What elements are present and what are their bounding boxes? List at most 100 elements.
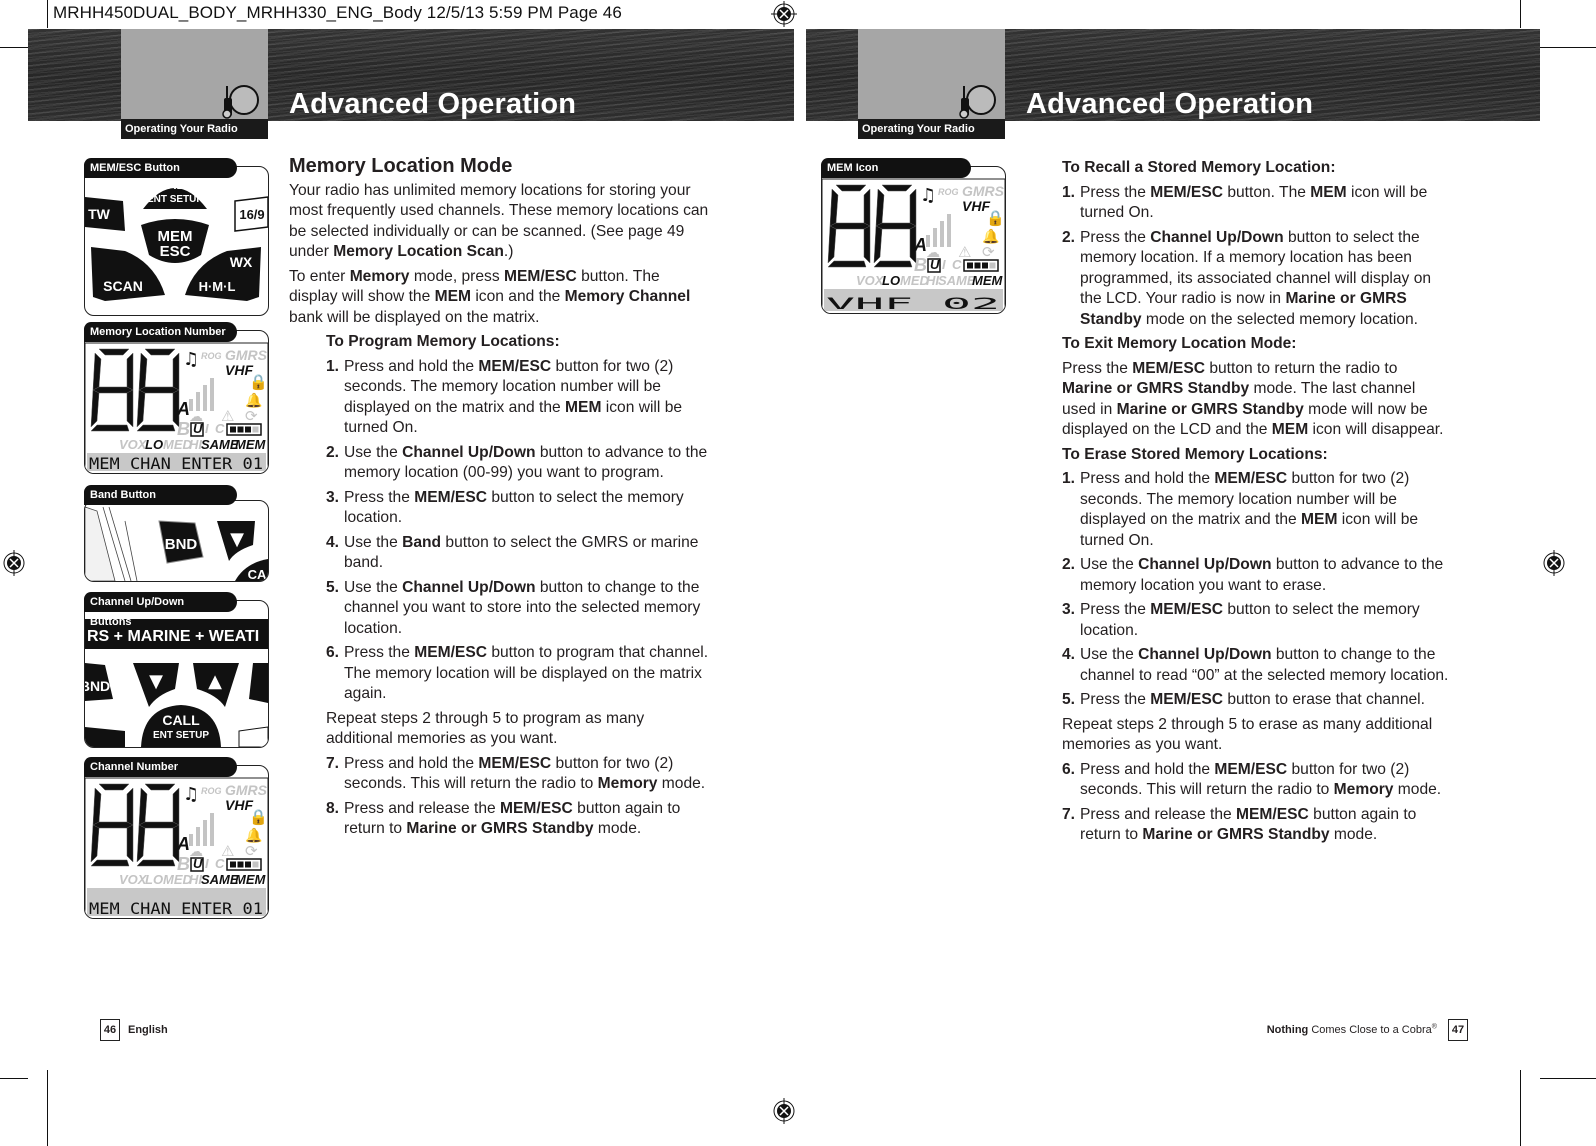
lcd-indicator-mem: MEM xyxy=(972,273,1004,288)
text-run: mode. xyxy=(593,820,642,837)
left-text-column: Memory Location Mode Your radio has unli… xyxy=(289,156,709,844)
right-text-column: To Recall a Stored Memory Location: 1. Pr… xyxy=(1062,156,1450,850)
page-number-right: 47 xyxy=(1448,1019,1468,1041)
erase-steps-list-2: 6. Press and hold the MEM/ESC button for … xyxy=(1062,760,1450,846)
lcd-segment xyxy=(875,222,917,230)
bold-term: MEM xyxy=(434,288,471,305)
text-run: Press the xyxy=(1080,601,1151,618)
text-run: Press the xyxy=(344,488,415,506)
step-number: 3. xyxy=(1062,601,1076,618)
exit-paragraph: Press the MEM/ESC button to return the r… xyxy=(1062,359,1450,441)
signal-bar xyxy=(210,378,214,411)
step-number: 6. xyxy=(1062,760,1076,778)
figure-mem-esc-button: CALL ENT SETUP TW 16/9 MEM ESC SCAN WX H… xyxy=(84,166,269,316)
rotate-icon: ⟳ xyxy=(245,842,258,860)
lock-icon: 🔒 xyxy=(986,209,1005,227)
tw-key-label: TW xyxy=(88,206,111,222)
lcd-segment xyxy=(136,859,176,867)
text-run: Press the xyxy=(344,644,415,661)
battery-level-segment xyxy=(245,426,251,433)
lcd-indicator-rog: ROG xyxy=(201,351,222,361)
crop-mark xyxy=(0,47,28,48)
battery-level-segment xyxy=(230,861,236,868)
radio-icon xyxy=(222,85,259,119)
lcd-indicator-same: SAME xyxy=(201,872,239,887)
erase-heading: To Erase Stored Memory Locations: xyxy=(1062,445,1328,463)
bold-term: MEM/ESC xyxy=(478,754,552,772)
registered-mark: ® xyxy=(1431,1023,1437,1031)
body-paragraph: To enter Memory mode, press MEM/ESC butt… xyxy=(289,267,709,329)
lcd-segment xyxy=(92,821,134,829)
figure-caption: MEM Icon xyxy=(821,158,971,178)
text-run: mode. xyxy=(1393,781,1442,798)
lcd-segment xyxy=(126,352,134,391)
lcd-display: ROG GMRSVHFAB U I CVOXLO MEDHI SAMEMEM♫🔒🔔☁ ⚠ ⟳ME… xyxy=(85,342,268,473)
step-number: 8. xyxy=(326,799,340,817)
lcd-segment xyxy=(863,225,871,264)
keypad-illustration: CALL ENT SETUP TW 16/9 MEM ESC SCAN WX H… xyxy=(85,177,268,301)
bold-term: Channel Up/Down xyxy=(402,578,536,596)
bold-term: MEM/ESC xyxy=(1150,183,1223,201)
step-number: 4. xyxy=(1062,646,1076,663)
step-item: 2. Use the Channel Up/Down button to adva… xyxy=(1062,555,1450,596)
channel-down-arrow-icon: ▼ xyxy=(230,529,244,550)
footer-left: 46 English xyxy=(100,1019,168,1041)
body-paragraph: Your radio has unlimited memory location… xyxy=(289,181,709,263)
scan-key-label: SCAN xyxy=(103,278,143,294)
signal-bar xyxy=(203,820,207,846)
bold-term: Marine or GMRS Standby xyxy=(1142,826,1330,843)
figure-lcd-channel-number: ROG GMRS VHF A B U I C VOX LO MED HI SAME MEM ♫ 🔒 🔔 ☁ ⚠ ⟳ ME… xyxy=(84,765,269,919)
text-run: Use the xyxy=(344,443,403,461)
text-run: mode on the selected memory location. xyxy=(1141,310,1419,328)
signal-bar xyxy=(947,214,951,247)
music-note-icon: ♫ xyxy=(183,349,199,370)
lcd-segment xyxy=(827,260,867,268)
figure-lcd-mem-icon: ROG GMRS VHF A B U I C VOX LO MED HI SAME MEM ♫ 🔒 🔔 ☁ ⚠ ⟳ VH… xyxy=(821,166,1006,314)
lcd-segment xyxy=(126,787,134,826)
channel-up-arrow-icon: ▲ xyxy=(208,671,222,692)
figure-caption: Channel Number xyxy=(84,757,237,777)
battery-level-segment xyxy=(974,262,981,269)
lcd-display: ROG GMRSVHFAB U I CVOXLO MEDHI SAMEMEM♫🔒🔔☁ ⚠ ⟳VH… xyxy=(822,178,1005,313)
lcd-segment xyxy=(90,424,130,432)
wx-key-label: WX xyxy=(230,254,253,270)
warning-icon: ⚠ xyxy=(221,407,234,425)
ent-setup-key-label: ENT SETUP xyxy=(147,194,203,205)
warning-icon: ⚠ xyxy=(221,842,234,860)
lcd-indicator-gmrs: GMRS xyxy=(225,347,268,363)
bold-term: Marine or GMRS Standby xyxy=(406,820,594,837)
battery-level-segment xyxy=(237,861,244,868)
footer-tagline-bold: Nothing xyxy=(1266,1023,1309,1036)
step-item: 1. Press and hold the MEM/ESC button for … xyxy=(1062,469,1450,551)
text-run: button to erase that channel. xyxy=(1222,691,1425,708)
program-repeat-note: Repeat steps 2 through 5 to program as m… xyxy=(326,709,645,748)
lcd-indicator-i: I xyxy=(205,421,209,436)
lock-icon: 🔒 xyxy=(249,373,268,391)
bold-term: MEM/ESC xyxy=(414,644,487,661)
lcd-indicator-gmrs: GMRS xyxy=(962,183,1005,199)
lcd-indicator-rog: ROG xyxy=(201,786,222,796)
step-number: 2. xyxy=(326,443,340,461)
page-title-right: Advanced Operation xyxy=(1026,88,1314,120)
bold-term: Marine or GMRS Standby xyxy=(1116,400,1304,418)
text-run: button to return the radio to xyxy=(1204,359,1398,377)
recall-steps-list: 1. Press the MEM/ESC button. The MEM icon… xyxy=(1062,183,1450,331)
esc-key-label: ESC xyxy=(160,243,191,260)
figure-caption: Memory Location Number xyxy=(84,322,237,342)
text-run: button. The xyxy=(1222,183,1311,201)
lcd-segment xyxy=(138,386,180,394)
figure-caption: Band Button xyxy=(84,485,237,505)
text-run: Press and hold the xyxy=(1080,470,1215,487)
lcd-indicator-same: SAME xyxy=(201,437,239,452)
bnd-key-label: BND xyxy=(165,536,198,553)
step-number: 5. xyxy=(1062,691,1076,708)
bold-term: MEM/ESC xyxy=(1150,691,1223,708)
step-item: 4. Use the Band button to select the GMRS… xyxy=(326,533,709,574)
step-number: 5. xyxy=(326,578,340,596)
ent-setup-key-label: ENT SETUP xyxy=(153,730,209,741)
bold-term: MEM/ESC xyxy=(478,357,552,375)
keypad-illustration: BND ▼ CA xyxy=(85,506,268,581)
rotate-icon: ⟳ xyxy=(982,243,995,261)
signal-bar xyxy=(940,221,944,247)
crop-mark xyxy=(1540,47,1596,48)
